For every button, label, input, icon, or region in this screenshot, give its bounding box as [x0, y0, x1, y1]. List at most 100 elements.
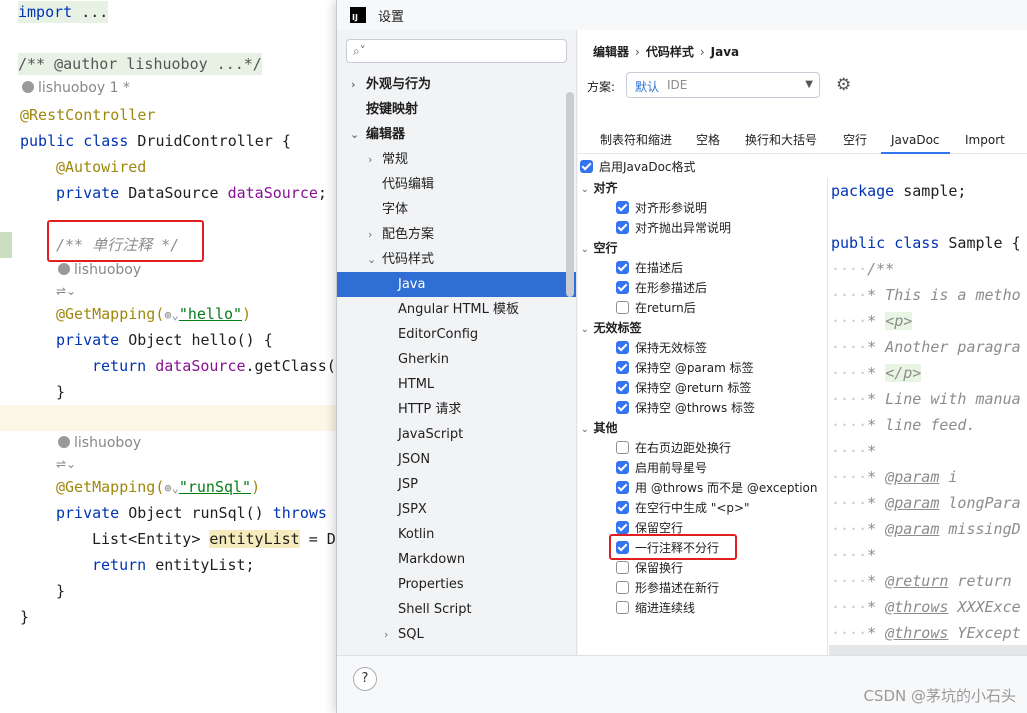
- tree-item-gherkin[interactable]: Gherkin: [337, 347, 576, 372]
- code-line-return-datasource[interactable]: return dataSource.getClass(: [92, 355, 336, 377]
- tree-item-sql[interactable]: › SQL: [337, 622, 576, 647]
- dialog-titlebar[interactable]: IJ 设置: [337, 0, 1027, 30]
- code-line-import[interactable]: import ...: [18, 1, 109, 23]
- intellij-logo-icon: IJ: [350, 7, 366, 23]
- author-inlay-hint-2[interactable]: lishuoboy: [58, 262, 141, 278]
- chevron-right-icon: ›: [699, 45, 705, 59]
- option-param-desc-new-line[interactable]: 形参描述在新行: [616, 578, 719, 598]
- author-inlay-hint-3[interactable]: lishuoboy: [58, 435, 141, 451]
- checkbox-unchecked-icon: [616, 301, 629, 314]
- help-button[interactable]: ?: [353, 667, 377, 691]
- code-line-author-comment[interactable]: /** @author lishuoboy ...*/: [18, 53, 262, 75]
- chevron-right-icon: ›: [351, 78, 356, 91]
- tab-import[interactable]: Import: [965, 128, 1005, 154]
- checkbox-checked-icon: [616, 341, 629, 354]
- tree-item-shell-script[interactable]: Shell Script: [337, 597, 576, 622]
- preview-line: ····* @throws YExcept: [831, 624, 1021, 642]
- preview-scrollbar[interactable]: [829, 645, 1027, 655]
- option-align-params[interactable]: 对齐形参说明: [616, 198, 707, 218]
- option-keep-invalid-tags[interactable]: 保持无效标签: [616, 338, 707, 358]
- tree-item-http-request[interactable]: HTTP 请求: [337, 397, 576, 422]
- tree-item-properties[interactable]: Properties: [337, 572, 576, 597]
- option-after-return[interactable]: 在return后: [616, 298, 696, 318]
- code-line-return-entitylist[interactable]: return entityList;: [92, 554, 255, 576]
- checkbox-checked-icon: [616, 501, 629, 514]
- tree-item-appearance[interactable]: › 外观与行为: [337, 72, 576, 97]
- current-line-highlight: [0, 405, 340, 431]
- scheme-dropdown[interactable]: 默认 IDE ▼: [626, 72, 820, 98]
- tab-blank-lines[interactable]: 空行: [843, 128, 867, 154]
- tree-item-general[interactable]: › 常规: [337, 147, 576, 172]
- option-after-param-desc[interactable]: 在形参描述后: [616, 278, 707, 298]
- group-alignment[interactable]: ⌄ 对齐: [581, 178, 618, 198]
- tree-item-font[interactable]: 字体: [337, 197, 576, 222]
- code-editor[interactable]: import ... /** @author lishuoboy ...*/ l…: [0, 0, 340, 713]
- endpoint-icon[interactable]: ⇌⌄: [56, 284, 76, 298]
- chevron-right-icon: ›: [384, 628, 389, 641]
- tree-item-java[interactable]: Java: [337, 272, 576, 297]
- checkbox-checked-icon: [616, 201, 629, 214]
- code-line-getmapping-hello[interactable]: @GetMapping(⊕⌄"hello"): [56, 303, 251, 325]
- code-line-class-close[interactable]: }: [20, 606, 29, 628]
- tab-tabs-indents[interactable]: 制表符和缩进: [600, 128, 672, 154]
- code-line-runsql-method[interactable]: private Object runSql() throws S: [56, 502, 340, 524]
- group-invalid-tags[interactable]: ⌄ 无效标签: [581, 318, 642, 338]
- code-line-getmapping-runsql[interactable]: @GetMapping(⊕⌄"runSql"): [56, 476, 260, 498]
- option-leading-asterisks[interactable]: 启用前导星号: [616, 458, 707, 478]
- tree-item-javascript[interactable]: JavaScript: [337, 422, 576, 447]
- tree-item-color-scheme[interactable]: › 配色方案: [337, 222, 576, 247]
- option-wrap-at-margin[interactable]: 在右页边距处换行: [616, 438, 731, 458]
- tree-item-jsp[interactable]: JSP: [337, 472, 576, 497]
- sidebar-scrollbar[interactable]: [566, 92, 574, 297]
- code-line-datasource-field[interactable]: private DataSource dataSource;: [56, 182, 327, 204]
- tree-item-editor[interactable]: ⌄ 编辑器: [337, 122, 576, 147]
- code-line-rest-controller[interactable]: @RestController: [20, 104, 155, 126]
- tree-item-editorconfig[interactable]: EditorConfig: [337, 322, 576, 347]
- checkbox-checked-icon: [616, 261, 629, 274]
- option-keep-empty-throws[interactable]: 保持空 @throws 标签: [616, 398, 755, 418]
- code-line-class-decl[interactable]: public class DruidController {: [20, 130, 291, 152]
- endpoint-icon-2[interactable]: ⇌⌄: [56, 457, 76, 471]
- code-line-hello-method[interactable]: private Object hello() {: [56, 329, 273, 351]
- option-preserve-line-feeds[interactable]: 保留换行: [616, 558, 683, 578]
- option-after-description[interactable]: 在描述后: [616, 258, 683, 278]
- tree-item-kotlin[interactable]: Kotlin: [337, 522, 576, 547]
- author-inlay-hint[interactable]: lishuoboy 1 *: [22, 80, 130, 96]
- settings-search-input[interactable]: ⌕˅: [346, 39, 567, 63]
- option-use-throws[interactable]: 用 @throws 而不是 @exception: [616, 478, 817, 498]
- option-keep-empty-return[interactable]: 保持空 @return 标签: [616, 378, 751, 398]
- tab-wrapping-braces[interactable]: 换行和大括号: [745, 128, 817, 154]
- tab-spaces[interactable]: 空格: [696, 128, 720, 154]
- tree-item-keymap[interactable]: 按键映射: [337, 97, 576, 122]
- option-generate-p[interactable]: 在空行中生成 "<p>": [616, 498, 750, 518]
- highlight-box-comment: [47, 220, 204, 262]
- preview-line: ····* <p>: [831, 312, 913, 330]
- javadoc-options: ⌄ 对齐 对齐形参说明 对齐抛出异常说明 ⌄ 空行 在描述后 在形参描述后 在ret…: [578, 178, 828, 655]
- user-icon: [58, 263, 70, 275]
- user-icon: [58, 436, 70, 448]
- group-blank-lines[interactable]: ⌄ 空行: [581, 238, 618, 258]
- tree-item-markdown[interactable]: Markdown: [337, 547, 576, 572]
- option-keep-empty-param[interactable]: 保持空 @param 标签: [616, 358, 754, 378]
- breadcrumb: 编辑器 › 代码样式 › Java: [593, 43, 739, 60]
- watermark: CSDN @茅坑的小石头: [863, 687, 1016, 705]
- code-line-close-brace-2[interactable]: }: [56, 580, 65, 602]
- tree-item-code-style[interactable]: ⌄ 代码样式: [337, 247, 576, 272]
- code-line-entitylist[interactable]: List<Entity> entityList = DI: [92, 528, 340, 550]
- tree-item-json[interactable]: JSON: [337, 447, 576, 472]
- enable-javadoc-checkbox[interactable]: 启用JavaDoc格式: [580, 158, 696, 176]
- tree-item-jspx[interactable]: JSPX: [337, 497, 576, 522]
- option-indent-continuation[interactable]: 缩进连续线: [616, 598, 695, 618]
- gear-icon[interactable]: ⚙: [836, 75, 851, 95]
- tab-javadoc[interactable]: JavaDoc: [881, 128, 950, 154]
- tree-item-html[interactable]: HTML: [337, 372, 576, 397]
- tree-item-code-editing[interactable]: 代码编辑: [337, 172, 576, 197]
- tree-item-angular-html[interactable]: Angular HTML 模板: [337, 297, 576, 322]
- code-line-close-brace[interactable]: }: [56, 381, 65, 403]
- group-other[interactable]: ⌄ 其他: [581, 418, 618, 438]
- checkbox-checked-icon: [616, 481, 629, 494]
- checkbox-unchecked-icon: [616, 561, 629, 574]
- option-align-throws[interactable]: 对齐抛出异常说明: [616, 218, 731, 238]
- code-line-autowired[interactable]: @Autowired: [56, 156, 146, 178]
- chevron-down-icon: ⌄: [581, 185, 589, 195]
